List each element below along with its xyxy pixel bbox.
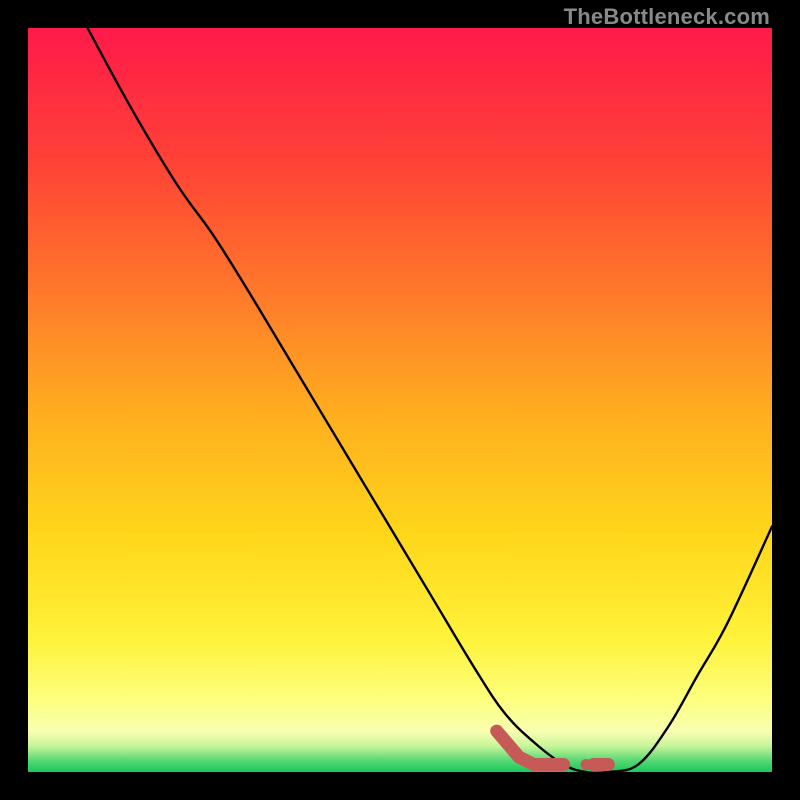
watermark-label: TheBottleneck.com: [564, 4, 770, 30]
chart-frame: [28, 28, 772, 772]
chart-background: [28, 28, 772, 772]
bottleneck-chart: [28, 28, 772, 772]
